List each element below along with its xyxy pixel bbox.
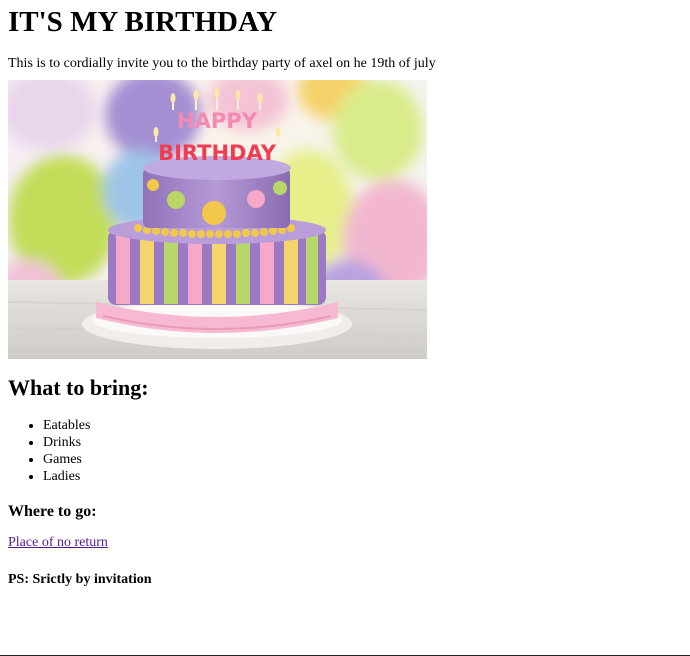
location-paragraph: Place of no return <box>8 535 682 551</box>
cake-topper-line1: HAPPY <box>177 109 258 133</box>
page: IT'S MY BIRTHDAY This is to cordially in… <box>0 0 690 588</box>
cake-topper-line2: BIRTHDAY <box>158 141 277 165</box>
where-to-go-heading: Where to go: <box>8 503 97 520</box>
ps-note: PS: Srictly by invitation <box>8 572 152 587</box>
what-to-bring-heading: What to bring: <box>8 375 149 400</box>
location-link[interactable]: Place of no return <box>8 535 108 550</box>
list-item: Drinks <box>43 434 682 451</box>
page-title: IT'S MY BIRTHDAY <box>8 6 278 38</box>
list-item: Eatables <box>43 417 682 434</box>
bring-list: Eatables Drinks Games Ladies <box>8 417 682 485</box>
list-item: Ladies <box>43 468 682 485</box>
list-item: Games <box>43 451 682 468</box>
birthday-cake-image: HAPPY BIRTHDAY <box>8 80 427 359</box>
invitation-text: This is to cordially invite you to the b… <box>8 56 436 71</box>
